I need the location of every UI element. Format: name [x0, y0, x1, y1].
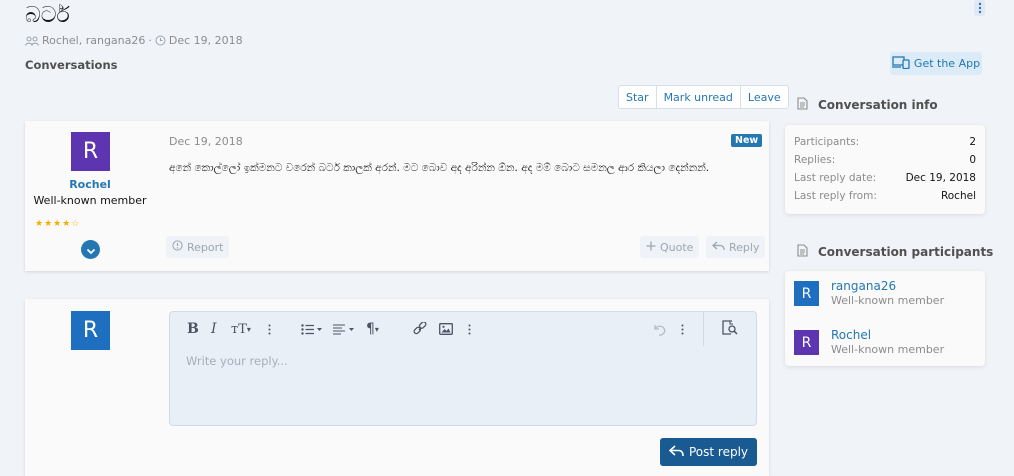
reply-input[interactable]: Write your reply... — [186, 354, 288, 368]
last-reply-user-link[interactable]: Rochel — [941, 190, 976, 202]
clock-icon — [155, 35, 166, 46]
reply-icon — [668, 444, 684, 460]
avatar[interactable]: R — [71, 132, 110, 171]
participants-heading-label: Conversation participants — [818, 245, 994, 259]
participant-title: Well-known member — [831, 294, 945, 307]
info-label: Last reply from: — [794, 190, 877, 202]
info-row: Replies: 0 — [794, 154, 976, 166]
message-username[interactable]: Rochel — [25, 178, 155, 191]
italic-icon[interactable]: I — [211, 321, 217, 337]
leave-button[interactable]: Leave — [741, 86, 788, 108]
participant-item[interactable]: R Rochel Well-known member — [794, 328, 974, 360]
info-row: Last reply from: Rochel — [794, 190, 976, 202]
quote-label: Quote — [660, 240, 694, 254]
more-options-icon[interactable] — [974, 0, 985, 16]
expand-user-info-button[interactable] — [81, 240, 100, 259]
paragraph-icon[interactable]: ¶ ▾ — [366, 321, 379, 337]
info-row: Participants: 2 — [794, 136, 976, 148]
message-body: අනේ කොල්ලෝ ඉක්මනට වරෙන් බටර් කාලක් අරන්.… — [169, 162, 710, 174]
conversation-info-heading: Conversation info — [797, 97, 938, 113]
report-icon — [172, 240, 183, 254]
editor-toolbar: B I тT ▾ ¶ ▾ — [170, 312, 756, 346]
more-insert-options-icon[interactable] — [468, 324, 471, 335]
user-title: Well-known member — [33, 194, 147, 207]
thread-meta: Rochel, rangana26 · Dec 19, 2018 — [25, 34, 243, 47]
info-label: Replies: — [794, 154, 836, 166]
reply-icon — [712, 241, 725, 254]
undo-icon[interactable] — [652, 323, 666, 336]
document-icon — [797, 97, 808, 113]
participant-item[interactable]: R rangana26 Well-known member — [794, 279, 974, 311]
participant-name[interactable]: Rochel — [831, 328, 871, 342]
message-date[interactable]: Dec 19, 2018 — [169, 135, 243, 148]
info-row: Last reply date: Dec 19, 2018 — [794, 172, 976, 184]
avatar[interactable]: R — [71, 311, 110, 350]
participant-name[interactable]: rangana26 — [831, 279, 896, 293]
align-icon[interactable] — [333, 323, 356, 335]
users-icon — [25, 36, 39, 46]
reply-label: Reply — [729, 240, 760, 254]
breadcrumb[interactable]: Conversations — [25, 58, 117, 72]
info-value: 0 — [969, 154, 976, 166]
devices-icon — [891, 55, 910, 72]
report-label: Report — [187, 240, 224, 254]
image-icon[interactable] — [439, 323, 453, 335]
get-app-button[interactable]: Get the App — [890, 52, 982, 75]
info-value: Dec 19, 2018 — [905, 172, 976, 184]
avatar[interactable]: R — [794, 330, 819, 355]
list-icon[interactable] — [301, 323, 324, 335]
rating-stars: ★★★★☆ — [35, 219, 81, 229]
link-icon[interactable] — [413, 322, 427, 336]
document-icon — [797, 244, 808, 260]
info-value: 2 — [969, 136, 976, 148]
chevron-down-icon — [86, 240, 96, 259]
meta-separator: · — [148, 34, 152, 47]
reply-button[interactable]: Reply — [706, 236, 766, 258]
star-button[interactable]: Star — [619, 86, 657, 108]
post-reply-button[interactable]: Post reply — [660, 438, 757, 466]
bold-icon[interactable]: B — [187, 321, 199, 337]
participants-card: R rangana26 Well-known member R Rochel W… — [785, 271, 985, 366]
plus-icon — [646, 241, 656, 254]
info-label: Participants: — [794, 136, 860, 148]
avatar[interactable]: R — [794, 281, 819, 306]
quote-button[interactable]: Quote — [640, 236, 700, 258]
participants-heading: Conversation participants — [797, 244, 993, 260]
report-button[interactable]: Report — [166, 236, 230, 258]
page-title: බටර් — [25, 3, 70, 28]
info-heading-label: Conversation info — [818, 98, 938, 112]
participant-title: Well-known member — [831, 343, 945, 356]
reply-form: R B I тT ▾ ¶ ▾ Write your reply... Post … — [25, 299, 769, 476]
mark-unread-button[interactable]: Mark unread — [657, 86, 741, 108]
thread-date[interactable]: Dec 19, 2018 — [169, 34, 243, 47]
more-options-icon[interactable] — [681, 324, 684, 335]
preview-button[interactable] — [703, 312, 756, 346]
conversation-actions: Star Mark unread Leave — [618, 85, 789, 109]
reply-editor[interactable]: B I тT ▾ ¶ ▾ Write your reply... — [169, 311, 757, 426]
get-app-label: Get the App — [913, 57, 981, 70]
more-text-options-icon[interactable] — [268, 324, 271, 335]
message-card: R Rochel Well-known member ★★★★☆ Dec 19,… — [25, 121, 769, 271]
conversation-info-card: Participants: 2 Replies: 0 Last reply da… — [785, 125, 985, 214]
preview-icon — [722, 319, 738, 339]
info-label: Last reply date: — [794, 172, 877, 184]
new-badge: New — [731, 134, 763, 147]
text-size-icon[interactable]: тT ▾ — [231, 322, 251, 337]
participants-meta[interactable]: Rochel, rangana26 — [42, 34, 145, 47]
post-reply-label: Post reply — [688, 445, 749, 459]
